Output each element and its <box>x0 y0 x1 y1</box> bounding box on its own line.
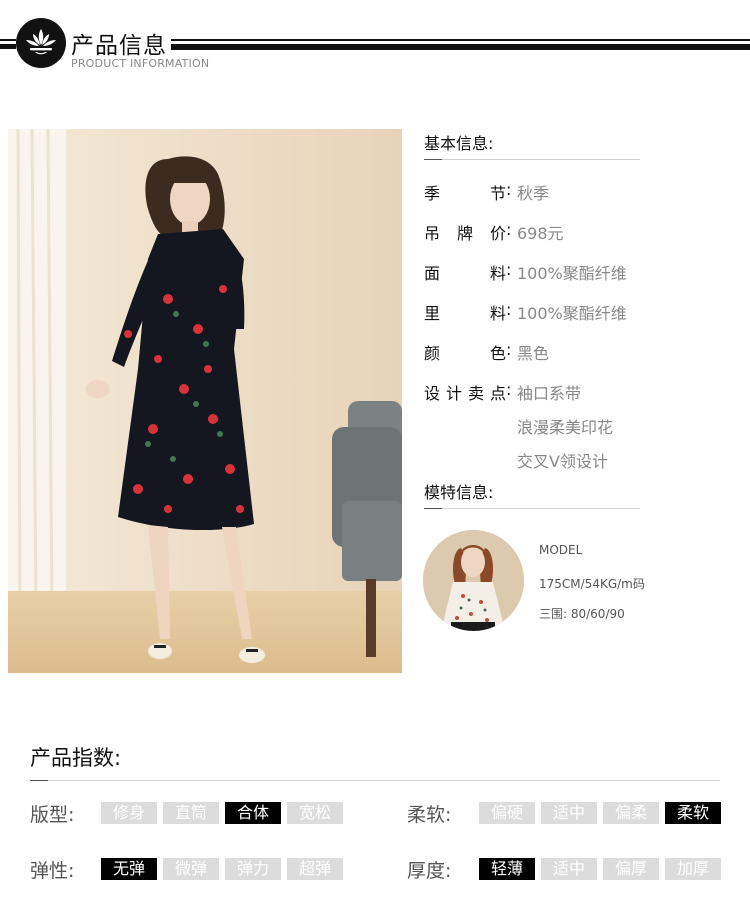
index-label-softness: 柔软: <box>407 804 452 826</box>
header-rule-left-thick <box>0 44 16 49</box>
info-value-design-extra: 交叉V领设计 <box>517 452 608 471</box>
model-info-rule <box>424 508 640 509</box>
info-label-lining: 里料 <box>424 304 506 323</box>
header-subtitle: PRODUCT INFORMATION <box>71 57 210 70</box>
info-value-design-extra: 浪漫柔美印花 <box>517 418 614 437</box>
info-colon: : <box>506 180 512 199</box>
tag-fit-slim: 修身 <box>101 802 157 824</box>
tag-thick-thick: 加厚 <box>665 858 721 880</box>
model-avatar <box>423 530 524 631</box>
header-rule-thin <box>171 39 750 41</box>
info-value-fabric: 100%聚酯纤维 <box>517 264 627 283</box>
index-label-thickness: 厚度: <box>407 860 452 882</box>
product-photo <box>8 129 402 673</box>
tag-elastic-super: 超弹 <box>287 858 343 880</box>
info-colon: : <box>506 220 512 239</box>
tag-elastic-stretch: 弹力 <box>225 858 281 880</box>
info-colon: : <box>506 260 512 279</box>
index-label-elasticity: 弹性: <box>30 860 75 882</box>
header-rule-thick <box>171 44 750 50</box>
info-colon: : <box>506 300 512 319</box>
info-colon: : <box>506 340 512 359</box>
info-value-price: 698元 <box>517 224 564 243</box>
tag-elastic-slight: 微弹 <box>163 858 219 880</box>
tag-thick-medium: 适中 <box>541 858 597 880</box>
info-label-design: 设计卖点 <box>424 384 506 403</box>
tag-elastic-none: 无弹 <box>101 858 157 880</box>
info-value-design: 袖口系带 <box>517 384 582 403</box>
header-rule-left-thin <box>0 39 16 41</box>
tag-thick-thin: 轻薄 <box>479 858 535 880</box>
basic-info-title: 基本信息: <box>424 134 494 153</box>
product-index-title: 产品指数: <box>30 746 122 770</box>
tag-fit-regular: 合体 <box>225 802 281 824</box>
product-index-rule <box>30 780 720 781</box>
basic-info-rule <box>424 159 640 160</box>
tag-soft-medium: 适中 <box>541 802 597 824</box>
tag-soft-soft: 柔软 <box>665 802 721 824</box>
model-label: MODEL <box>539 543 583 557</box>
info-label-season: 季节 <box>424 184 506 203</box>
index-label-fit: 版型: <box>30 804 75 826</box>
header-title: 产品信息 <box>71 33 167 59</box>
info-label-price: 吊牌价 <box>424 224 506 243</box>
model-measurements: 三围: 80/60/90 <box>539 607 625 621</box>
lotus-logo-icon <box>16 18 66 68</box>
info-value-color: 黑色 <box>517 344 550 363</box>
model-info-title: 模特信息: <box>424 483 494 502</box>
info-value-season: 秋季 <box>517 184 550 203</box>
tag-soft-hard: 偏硬 <box>479 802 535 824</box>
info-label-color: 颜色 <box>424 344 506 363</box>
info-label-fabric: 面料 <box>424 264 506 283</box>
info-colon: : <box>506 380 512 399</box>
tag-thick-thickish: 偏厚 <box>603 858 659 880</box>
tag-fit-loose: 宽松 <box>287 802 343 824</box>
tag-soft-softish: 偏柔 <box>603 802 659 824</box>
info-value-lining: 100%聚酯纤维 <box>517 304 627 323</box>
model-size: 175CM/54KG/m码 <box>539 577 645 591</box>
tag-fit-straight: 直筒 <box>163 802 219 824</box>
